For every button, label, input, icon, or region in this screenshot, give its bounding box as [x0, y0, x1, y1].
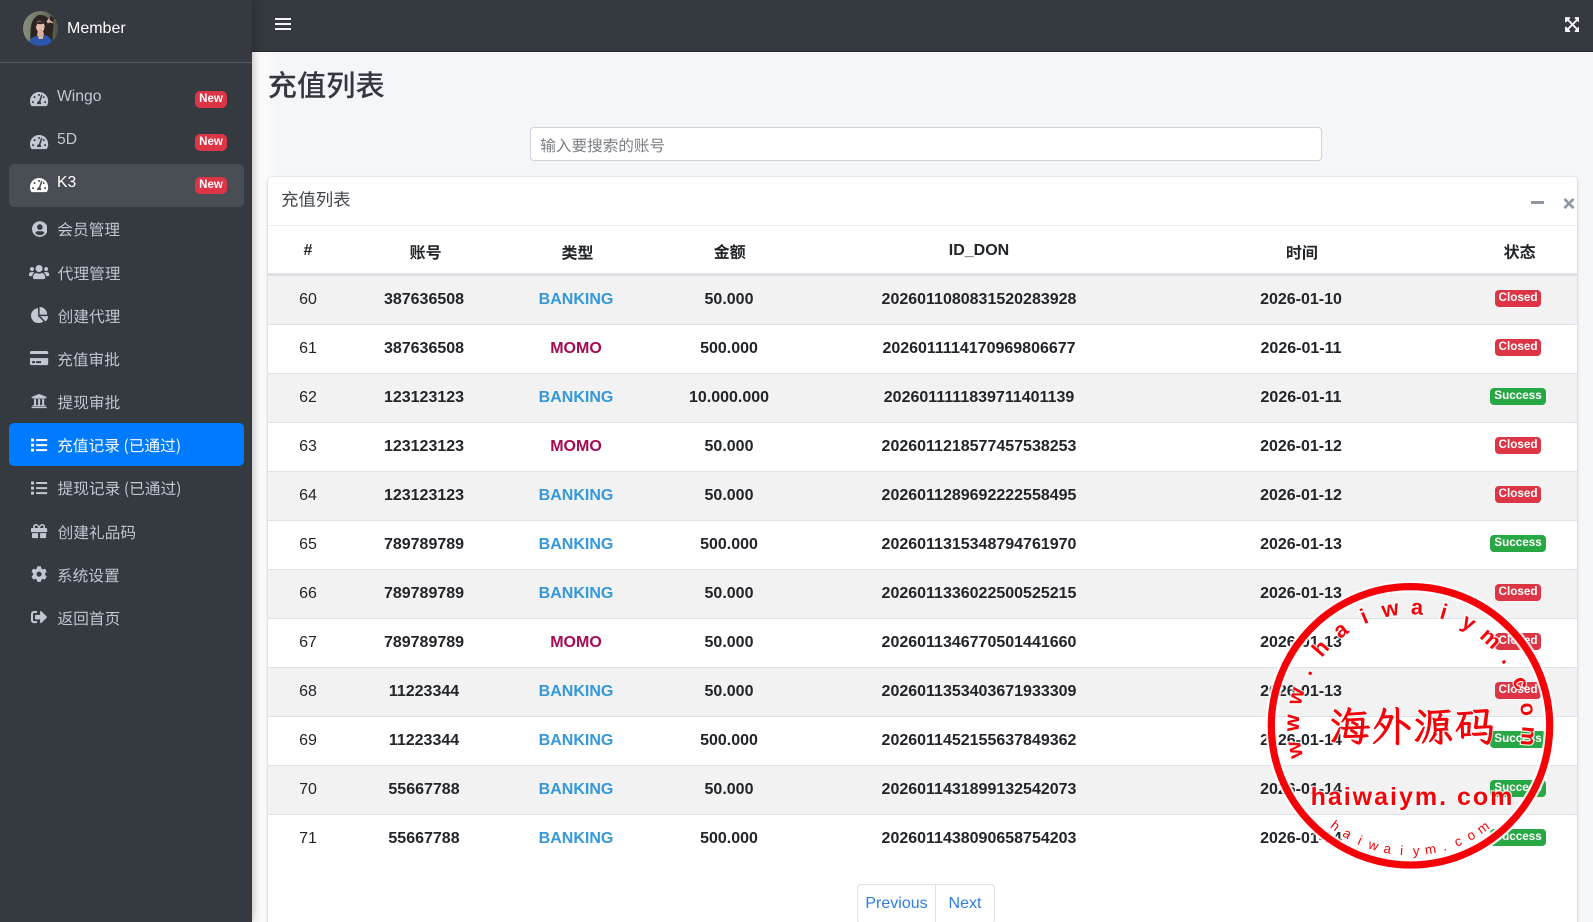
- svg-text:c: c: [1508, 673, 1536, 693]
- svg-text:i: i: [1356, 833, 1365, 848]
- svg-text:h: h: [1307, 635, 1335, 661]
- svg-text:a: a: [1382, 841, 1393, 857]
- svg-text:o: o: [1464, 827, 1478, 844]
- svg-text:w: w: [1280, 739, 1308, 762]
- svg-text:.: .: [1441, 838, 1449, 853]
- svg-text:i: i: [1437, 599, 1450, 625]
- svg-text:.: .: [1497, 649, 1521, 668]
- svg-text:.: .: [1293, 662, 1318, 679]
- svg-text:w: w: [1366, 836, 1381, 854]
- svg-text:w: w: [1379, 595, 1401, 623]
- svg-text:m: m: [1424, 841, 1437, 858]
- svg-text:a: a: [1328, 615, 1353, 643]
- svg-text:i: i: [1356, 604, 1371, 629]
- svg-text:w: w: [1281, 685, 1310, 709]
- svg-text:h: h: [1328, 817, 1343, 833]
- svg-text:y: y: [1458, 608, 1481, 636]
- svg-text:a: a: [1410, 594, 1424, 620]
- svg-text:c: c: [1452, 833, 1464, 850]
- svg-text:y: y: [1412, 843, 1420, 858]
- svg-text:w: w: [1279, 714, 1304, 733]
- svg-text:o: o: [1515, 701, 1542, 718]
- svg-text:i: i: [1400, 843, 1404, 858]
- svg-text:haiwaiym. com: haiwaiym. com: [1311, 783, 1515, 811]
- svg-text:a: a: [1340, 825, 1354, 842]
- svg-text:m: m: [1516, 725, 1543, 746]
